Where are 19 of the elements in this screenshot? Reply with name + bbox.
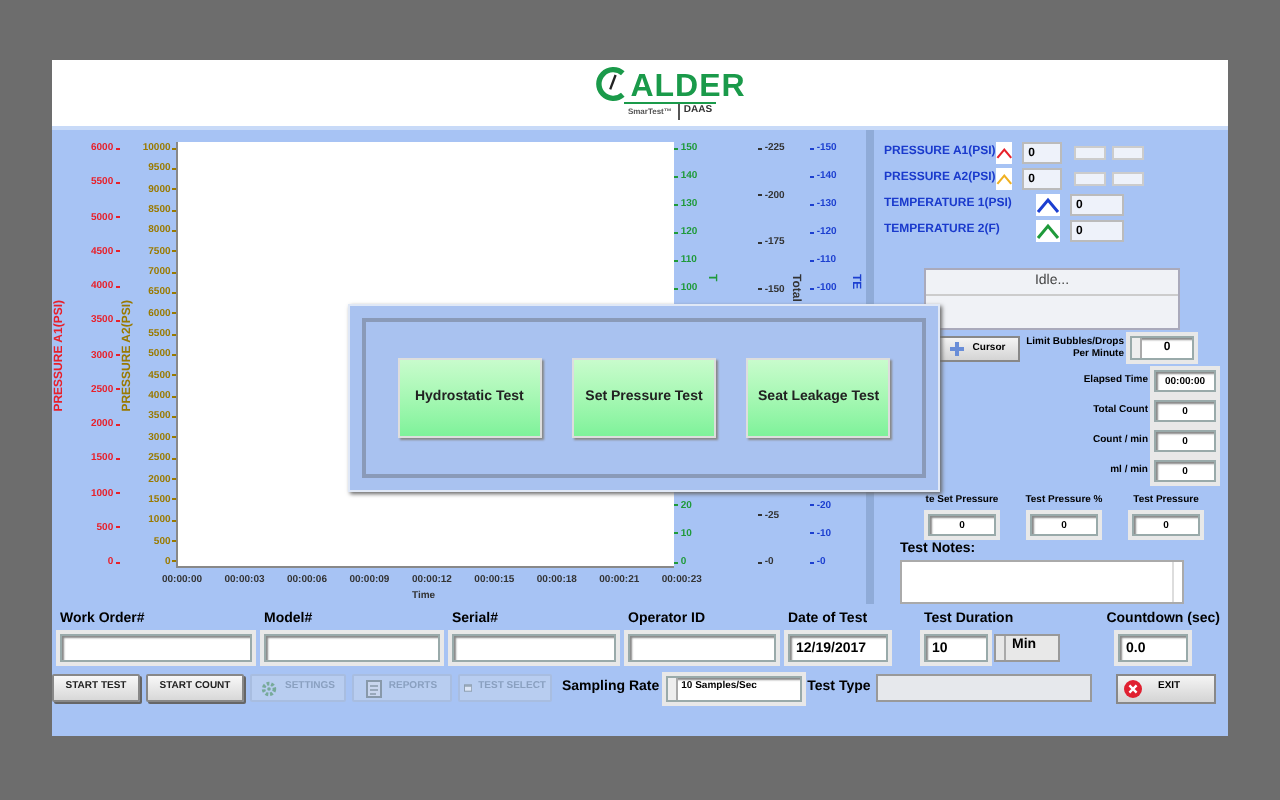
document-icon: [366, 679, 383, 697]
window-icon: [464, 680, 473, 696]
line-style-icon: [995, 167, 1013, 189]
input-field[interactable]: [452, 633, 616, 661]
input-field[interactable]: [60, 633, 252, 661]
line-style-icon: [1036, 193, 1060, 215]
input-field[interactable]: [628, 633, 776, 661]
line-style-icon: [1036, 219, 1060, 241]
plus-icon: [950, 342, 965, 356]
gear-icon: [260, 679, 279, 697]
input-field[interactable]: [264, 633, 440, 661]
range-field[interactable]: [1074, 171, 1106, 185]
line-style-icon: [995, 141, 1013, 163]
range-field[interactable]: [1112, 145, 1144, 159]
range-field[interactable]: [1074, 145, 1106, 159]
range-field[interactable]: [1112, 171, 1144, 185]
notes-field[interactable]: [900, 560, 1184, 604]
logo-title: ALDER: [630, 72, 746, 103]
close-icon: [1124, 679, 1142, 697]
